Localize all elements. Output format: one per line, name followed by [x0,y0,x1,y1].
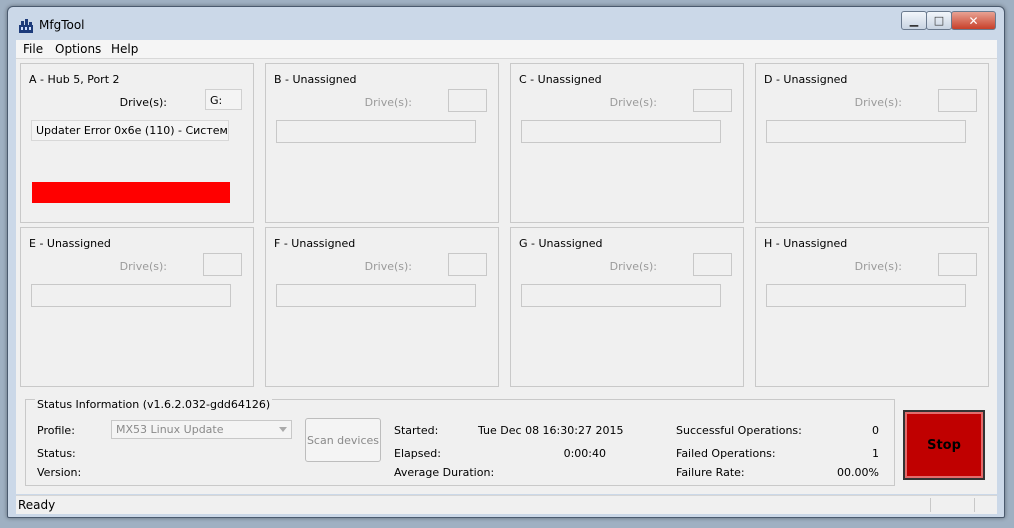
drives-label: Drive(s): [364,260,412,273]
drives-label: Drive(s): [854,96,902,109]
slot-message [521,284,721,307]
slot-title: F - Unassigned [274,237,356,250]
elapsed-label: Elapsed: [394,447,441,460]
slot-title: G - Unassigned [519,237,603,250]
drive-value [448,253,487,276]
app-icon [19,19,33,33]
slot-message [31,284,231,307]
window-title: MfgTool [39,18,85,32]
status-group-title: Status Information (v1.6.2.032-gdd64126) [35,398,273,411]
failure-rate-value: 00.00% [837,466,879,479]
close-icon: ✕ [968,13,979,28]
drives-label: Drive(s): [364,96,412,109]
slot-message [766,120,966,143]
drives-label: Drive(s): [609,260,657,273]
drives-label: Drive(s): [119,96,167,109]
slot-a: A - Hub 5, Port 2 Drive(s): G: Updater E… [20,63,254,223]
elapsed-value: 0:00:40 [563,447,606,460]
started-value: Tue Dec 08 16:30:27 2015 [478,424,624,437]
failed-operations-value: 1 [872,447,879,460]
slot-title: A - Hub 5, Port 2 [29,73,120,86]
drive-value [203,253,242,276]
drives-label: Drive(s): [119,260,167,273]
slot-e: E - Unassigned Drive(s): [20,227,254,387]
title-bar[interactable]: MfgTool ▁ □ ✕ [8,7,1004,39]
minimize-button[interactable]: ▁ [901,11,927,30]
slot-message [276,284,476,307]
status-group: Status Information (v1.6.2.032-gdd64126)… [25,398,895,486]
slot-message [521,120,721,143]
version-label: Version: [37,466,82,479]
scan-devices-button[interactable]: Scan devices [305,418,381,462]
drive-value [448,89,487,112]
drives-label: Drive(s): [609,96,657,109]
average-duration-label: Average Duration: [394,466,495,479]
status-bar-divider [974,498,975,512]
slot-c: C - Unassigned Drive(s): [510,63,744,223]
status-bar-text: Ready [18,498,56,512]
slot-d: D - Unassigned Drive(s): [755,63,989,223]
status-label: Status: [37,447,76,460]
close-button[interactable]: ✕ [951,11,996,30]
drive-value [693,253,732,276]
status-bar: Ready [16,495,997,514]
minimize-icon: ▁ [909,14,919,27]
main-window: MfgTool ▁ □ ✕ File Options Help A - Hub … [7,6,1005,518]
stop-button[interactable]: Stop [903,410,985,480]
slot-h: H - Unassigned Drive(s): [755,227,989,387]
slot-message [766,284,966,307]
slot-title: E - Unassigned [29,237,111,250]
slot-title: C - Unassigned [519,73,602,86]
slot-title: H - Unassigned [764,237,848,250]
drive-value [938,89,977,112]
slot-message: Updater Error 0x6e (110) - Системе не [31,120,229,141]
client-area: A - Hub 5, Port 2 Drive(s): G: Updater E… [16,59,997,494]
menu-file[interactable]: File [23,42,43,56]
drives-label: Drive(s): [854,260,902,273]
slot-message [276,120,476,143]
successful-operations-label: Successful Operations: [676,424,802,437]
profile-label: Profile: [37,424,75,437]
maximize-button[interactable]: □ [926,11,952,30]
menu-bar: File Options Help [16,40,997,59]
slot-title: B - Unassigned [274,73,357,86]
menu-options[interactable]: Options [55,42,101,56]
menu-help[interactable]: Help [111,42,138,56]
failed-operations-label: Failed Operations: [676,447,776,460]
profile-dropdown[interactable]: MX53 Linux Update [111,420,292,439]
drive-value [693,89,732,112]
drive-value: G: [205,89,242,110]
started-label: Started: [394,424,439,437]
status-bar-divider [930,498,931,512]
slot-g: G - Unassigned Drive(s): [510,227,744,387]
slot-f: F - Unassigned Drive(s): [265,227,499,387]
drive-value [938,253,977,276]
progress-bar [32,182,230,203]
failure-rate-label: Failure Rate: [676,466,745,479]
profile-value: MX53 Linux Update [116,423,224,436]
slot-b: B - Unassigned Drive(s): [265,63,499,223]
slot-title: D - Unassigned [764,73,848,86]
successful-operations-value: 0 [872,424,879,437]
maximize-icon: □ [933,14,945,27]
chevron-down-icon [279,427,287,432]
